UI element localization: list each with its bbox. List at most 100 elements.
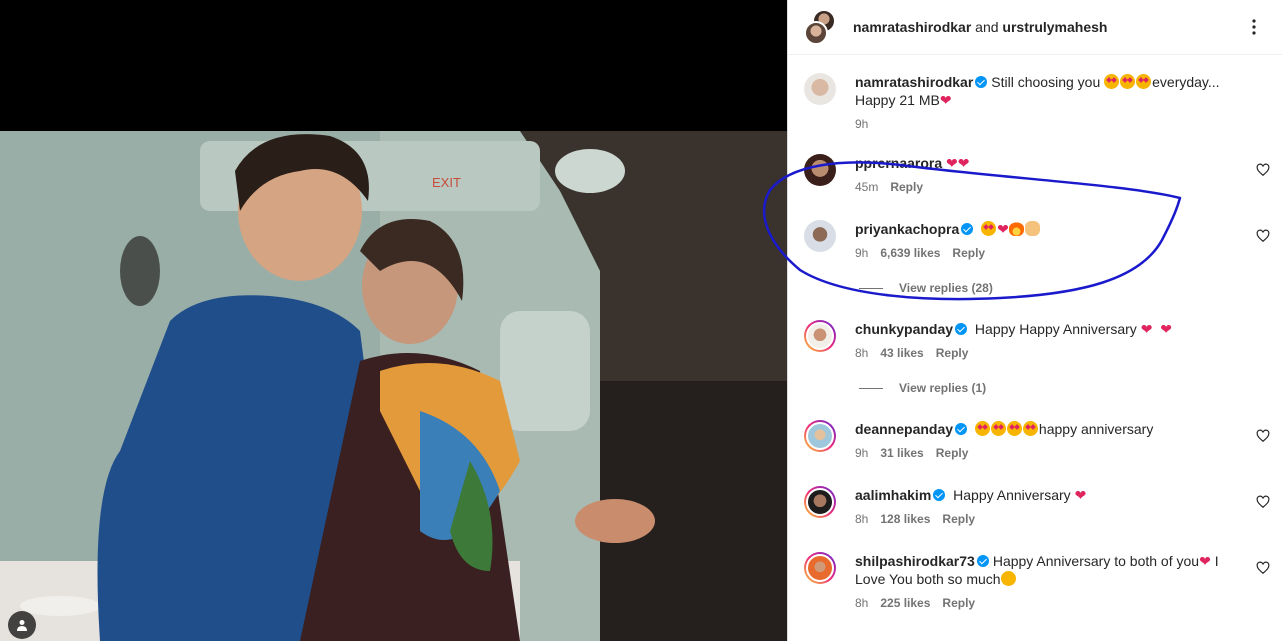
comment-username[interactable]: pprernaarora [855, 155, 942, 171]
comment: pprernaarora ❤❤ 45m Reply [804, 154, 1270, 199]
comment-meta: 9h [855, 117, 868, 131]
likes-count[interactable]: 31 likes [880, 446, 923, 460]
caption-text: Still choosing you [991, 74, 1101, 90]
caption-text: Happy 21 MB [855, 92, 940, 108]
star-eyes-emoji-icon [974, 421, 990, 436]
comment-username[interactable]: shilpashirodkar73 [855, 553, 975, 569]
comment-text: I [1214, 553, 1219, 569]
post-authors: namratashirodkar and urstrulymahesh [853, 19, 1107, 35]
red-heart-emoji-icon: ❤ [1199, 553, 1211, 569]
photo-illustration: EXIT [0, 131, 787, 641]
verified-badge-icon [933, 489, 946, 501]
star-eyes-emoji-icon [1136, 74, 1152, 89]
star-eyes-emoji-icon [981, 221, 997, 236]
comment: shilpashirodkar73 Happy Anniversary to bo… [804, 552, 1270, 622]
red-heart-emoji-icon: ❤ [946, 155, 958, 171]
red-heart-emoji-icon: ❤ [1160, 321, 1172, 337]
comment-username[interactable]: priyankachopra [855, 221, 959, 237]
red-heart-emoji-icon: ❤ [1140, 321, 1153, 337]
comment-meta: 45m Reply [855, 180, 923, 194]
collab-avatars[interactable] [804, 9, 840, 45]
comment-time[interactable]: 9h [855, 117, 868, 131]
comment-time[interactable]: 9h [855, 446, 868, 460]
comment-text: happy anniversary [1038, 421, 1154, 437]
avatar[interactable] [804, 220, 836, 252]
view-replies-button[interactable]: View replies (28) [859, 281, 993, 295]
post-header: namratashirodkar and urstrulymahesh [788, 0, 1282, 55]
comments-panel: namratashirodkar and urstrulymahesh namr… [787, 0, 1282, 641]
avatar[interactable] [804, 154, 836, 186]
comment-meta: 8h 43 likes Reply [855, 346, 968, 360]
verified-badge-icon [975, 76, 988, 88]
reply-button[interactable]: Reply [942, 596, 975, 610]
comment-username[interactable]: namratashirodkar [855, 74, 973, 90]
avatar[interactable] [804, 552, 836, 584]
avatar[interactable] [804, 73, 836, 105]
likes-count[interactable]: 225 likes [880, 596, 930, 610]
heart-outline-icon[interactable] [1256, 495, 1270, 509]
comment-time[interactable]: 8h [855, 596, 868, 610]
avatar[interactable] [804, 420, 836, 452]
heart-outline-icon[interactable] [1256, 429, 1270, 443]
author-connector: and [975, 19, 999, 35]
verified-badge-icon [955, 323, 968, 335]
comment-username[interactable]: chunkypanday [855, 321, 953, 337]
comment-text: Love You both so much [855, 571, 1001, 587]
comment-time[interactable]: 45m [855, 180, 878, 194]
comment-time[interactable]: 9h [855, 246, 868, 260]
reply-button[interactable]: Reply [952, 246, 985, 260]
comment: aalimhakim Happy Anniversary ❤ 8h 128 li… [804, 486, 1270, 531]
comment-text: Happy Anniversary [953, 487, 1071, 503]
star-eyes-emoji-icon [990, 421, 1006, 436]
comment-username[interactable]: deannepanday [855, 421, 953, 437]
caption: namratashirodkar Still choosing you every… [804, 73, 1270, 133]
red-heart-emoji-icon: ❤ [1074, 487, 1087, 503]
star-eyes-emoji-icon [1022, 421, 1038, 436]
post-media: EXIT [0, 0, 787, 641]
comment-text: Happy Anniversary to both of you [992, 553, 1200, 569]
red-heart-emoji-icon: ❤ [997, 221, 1009, 237]
avatar[interactable] [804, 320, 836, 352]
star-eyes-emoji-icon [1104, 74, 1120, 89]
heart-outline-icon[interactable] [1256, 163, 1270, 177]
comment-text: Happy Happy Anniversary [974, 321, 1137, 337]
more-options-icon[interactable] [1244, 17, 1264, 37]
verified-badge-icon [976, 555, 989, 567]
likes-count[interactable]: 128 likes [880, 512, 930, 526]
comment: deannepanday happy anniversary 9h 31 lik… [804, 420, 1270, 465]
clapping-hands-emoji-icon [1024, 221, 1040, 236]
heart-outline-icon[interactable] [1256, 561, 1270, 575]
comment-time[interactable]: 8h [855, 346, 868, 360]
kissing-face-emoji-icon [1000, 571, 1016, 586]
avatar[interactable] [804, 486, 836, 518]
star-eyes-emoji-icon [1120, 74, 1136, 89]
post-photo[interactable]: EXIT [0, 131, 787, 641]
red-heart-emoji-icon: ❤ [939, 92, 952, 108]
comment-meta: 8h 128 likes Reply [855, 512, 975, 526]
exit-sign: EXIT [432, 175, 461, 190]
comment-time[interactable]: 8h [855, 512, 868, 526]
view-replies-button[interactable]: View replies (1) [859, 381, 986, 395]
comments-list[interactable]: namratashirodkar Still choosing you every… [788, 56, 1282, 641]
reply-button[interactable]: Reply [936, 346, 969, 360]
author-link-1[interactable]: namratashirodkar [853, 19, 971, 35]
user-tag-icon [17, 620, 27, 631]
star-eyes-emoji-icon [1006, 421, 1022, 436]
heart-outline-icon[interactable] [1256, 229, 1270, 243]
avatar [804, 21, 828, 45]
fire-emoji-icon [1008, 221, 1024, 236]
comment: priyankachopra ❤ 9h 6,639 likes Reply Vi… [804, 220, 1270, 300]
reply-button[interactable]: Reply [936, 446, 969, 460]
comment-meta: 8h 225 likes Reply [855, 596, 975, 610]
reply-button[interactable]: Reply [942, 512, 975, 526]
reply-button[interactable]: Reply [890, 180, 923, 194]
likes-count[interactable]: 43 likes [880, 346, 923, 360]
user-tag-button[interactable] [8, 611, 36, 639]
likes-count[interactable]: 6,639 likes [880, 246, 940, 260]
comment: chunkypanday Happy Happy Anniversary ❤ ❤… [804, 320, 1270, 400]
comment-meta: 9h 31 likes Reply [855, 446, 968, 460]
comment-username[interactable]: aalimhakim [855, 487, 931, 503]
comment-meta: 9h 6,639 likes Reply [855, 246, 985, 260]
author-link-2[interactable]: urstrulymahesh [1002, 19, 1107, 35]
red-heart-emoji-icon: ❤ [957, 155, 970, 171]
